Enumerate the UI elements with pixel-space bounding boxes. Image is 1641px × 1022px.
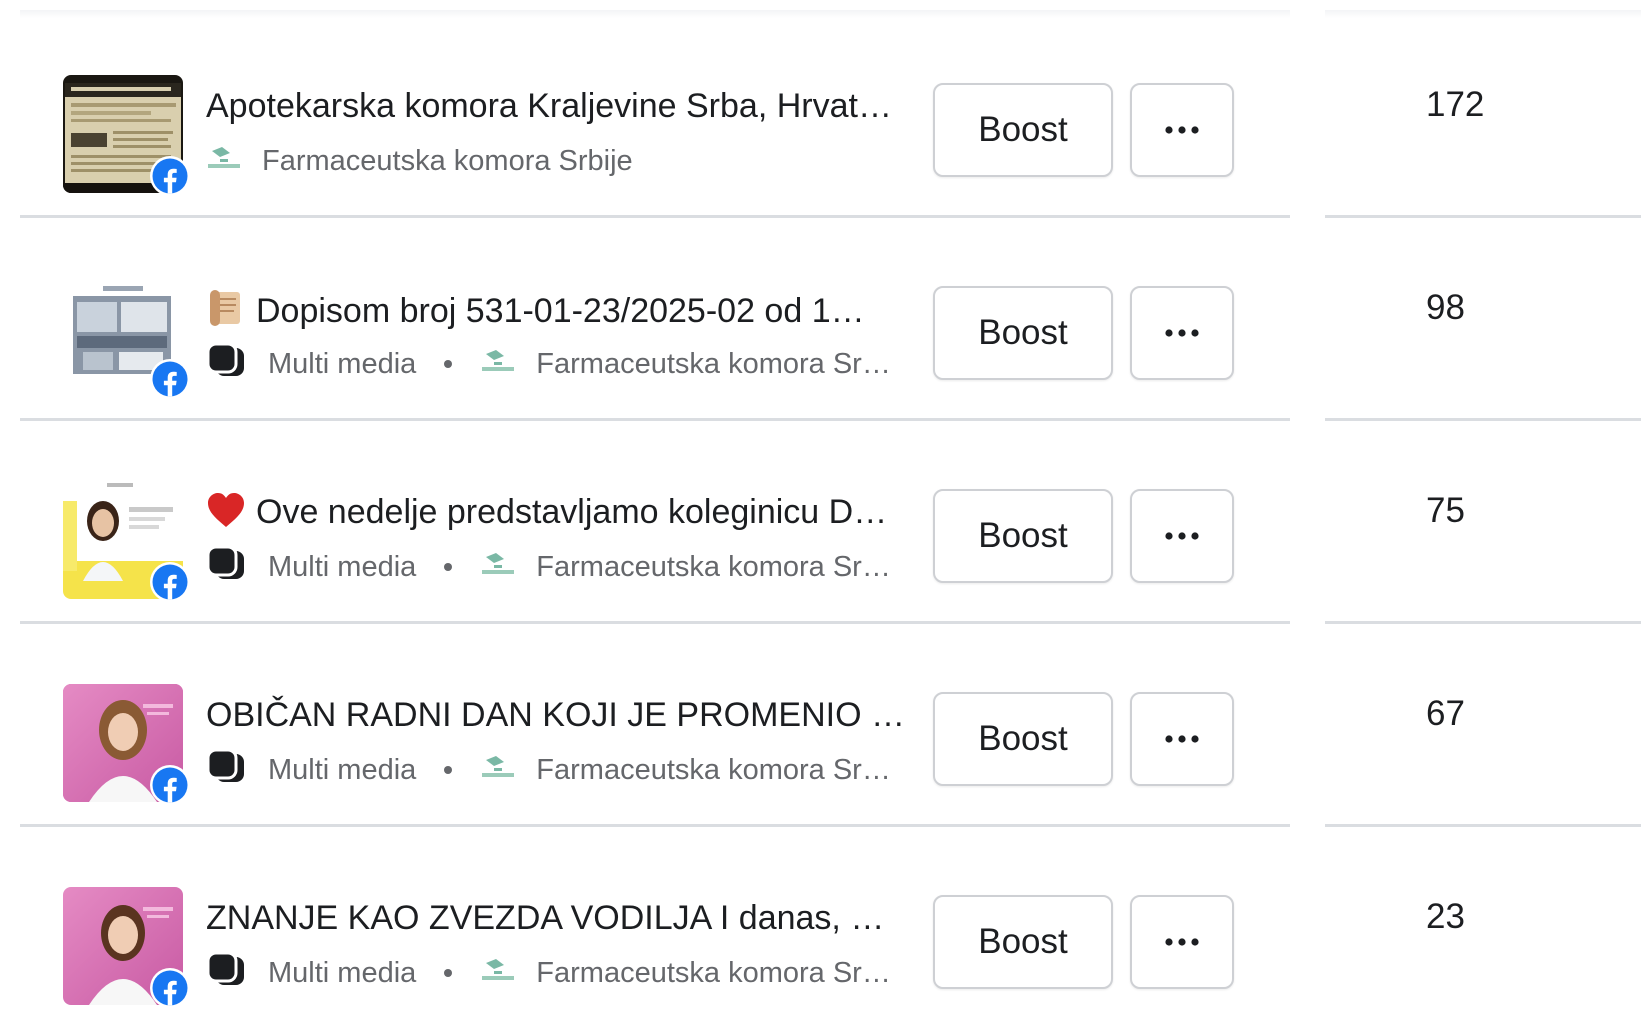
facebook-icon — [149, 764, 191, 806]
more-horizontal-icon — [1165, 532, 1199, 540]
page-name: Farmaceutska komora Srbije — [262, 144, 633, 177]
post-type: Multi media — [268, 550, 417, 583]
facebook-icon — [149, 358, 191, 400]
row-divider — [1325, 218, 1641, 421]
post-thumbnail[interactable] — [63, 75, 191, 197]
separator-dot — [444, 766, 453, 774]
boost-button[interactable]: Boost — [933, 83, 1113, 177]
post-metric-value: 172 — [1426, 85, 1485, 124]
more-options-button[interactable] — [1130, 692, 1234, 786]
table-row[interactable]: Ove nedelje predstavljamo koleginicu D… … — [0, 421, 1641, 624]
table-row[interactable]: ZNANJE KAO ZVEZDA VODILJA I danas, … Mul… — [0, 827, 1641, 1022]
post-type: Multi media — [268, 956, 417, 989]
more-horizontal-icon — [1165, 329, 1199, 337]
post-thumbnail[interactable] — [63, 278, 191, 400]
page-name: Farmaceutska komora Sr… — [536, 956, 891, 989]
page-avatar-icon — [206, 143, 242, 179]
post-meta: Multi media Farmaceutska komora Sr… — [206, 748, 891, 792]
boost-button[interactable]: Boost — [933, 286, 1113, 380]
facebook-icon — [149, 561, 191, 603]
multi-media-icon — [206, 748, 246, 792]
page-avatar-icon — [480, 346, 516, 382]
page-name: Farmaceutska komora Sr… — [536, 347, 891, 380]
facebook-icon — [149, 155, 191, 197]
separator-dot — [444, 969, 453, 977]
post-title[interactable]: OBIČAN RADNI DAN KOJI JE PROMENIO … — [206, 694, 926, 736]
page-name: Farmaceutska komora Sr… — [536, 753, 891, 786]
post-title-text: Apotekarska komora Kraljevine Srba, Hrva… — [206, 87, 892, 125]
more-horizontal-icon — [1165, 938, 1199, 946]
separator-dot — [444, 360, 453, 368]
boost-button[interactable]: Boost — [933, 692, 1113, 786]
post-type: Multi media — [268, 347, 417, 380]
boost-button[interactable]: Boost — [933, 895, 1113, 989]
post-metric-value: 23 — [1426, 897, 1465, 936]
more-horizontal-icon — [1165, 735, 1199, 743]
separator-dot — [444, 563, 453, 571]
post-thumbnail[interactable] — [63, 684, 191, 806]
post-title[interactable]: Apotekarska komora Kraljevine Srba, Hrva… — [206, 85, 926, 127]
post-title-text: Ove nedelje predstavljamo koleginicu D… — [256, 493, 888, 531]
more-horizontal-icon — [1165, 126, 1199, 134]
page-avatar-icon — [480, 955, 516, 991]
row-divider — [1325, 421, 1641, 624]
post-type: Multi media — [268, 753, 417, 786]
post-meta: Multi media Farmaceutska komora Sr… — [206, 545, 891, 589]
post-meta: Multi media Farmaceutska komora Sr… — [206, 342, 891, 386]
red-heart-icon — [206, 491, 246, 539]
posts-table: Apotekarska komora Kraljevine Srba, Hrva… — [0, 0, 1641, 1022]
post-meta: Farmaceutska komora Srbije — [206, 141, 633, 181]
row-divider — [1325, 624, 1641, 827]
post-thumbnail[interactable] — [63, 887, 191, 1009]
post-meta: Multi media Farmaceutska komora Sr… — [206, 951, 891, 995]
post-metric-value: 75 — [1426, 491, 1465, 530]
scroll-icon — [206, 288, 246, 338]
post-thumbnail[interactable] — [63, 481, 191, 603]
post-metric-value: 67 — [1426, 694, 1465, 733]
post-title-text: OBIČAN RADNI DAN KOJI JE PROMENIO … — [206, 696, 905, 734]
multi-media-icon — [206, 951, 246, 995]
page-avatar-icon — [480, 752, 516, 788]
post-title[interactable]: Dopisom broj 531-01-23/2025-02 od 1… — [206, 288, 926, 338]
facebook-icon — [149, 967, 191, 1009]
more-options-button[interactable] — [1130, 83, 1234, 177]
post-title[interactable]: ZNANJE KAO ZVEZDA VODILJA I danas, … — [206, 897, 926, 939]
multi-media-icon — [206, 545, 246, 589]
more-options-button[interactable] — [1130, 489, 1234, 583]
multi-media-icon — [206, 342, 246, 386]
table-row[interactable]: OBIČAN RADNI DAN KOJI JE PROMENIO … Mult… — [0, 624, 1641, 827]
more-options-button[interactable] — [1130, 286, 1234, 380]
post-title-text: Dopisom broj 531-01-23/2025-02 od 1… — [256, 292, 865, 330]
table-row[interactable]: Apotekarska komora Kraljevine Srba, Hrva… — [0, 15, 1641, 218]
more-options-button[interactable] — [1130, 895, 1234, 989]
boost-button[interactable]: Boost — [933, 489, 1113, 583]
post-title-text: ZNANJE KAO ZVEZDA VODILJA I danas, … — [206, 899, 885, 937]
post-metric-value: 98 — [1426, 288, 1465, 327]
page-name: Farmaceutska komora Sr… — [536, 550, 891, 583]
page-avatar-icon — [480, 549, 516, 585]
post-title[interactable]: Ove nedelje predstavljamo koleginicu D… — [206, 491, 926, 539]
table-row[interactable]: Dopisom broj 531-01-23/2025-02 od 1… Mul… — [0, 218, 1641, 421]
